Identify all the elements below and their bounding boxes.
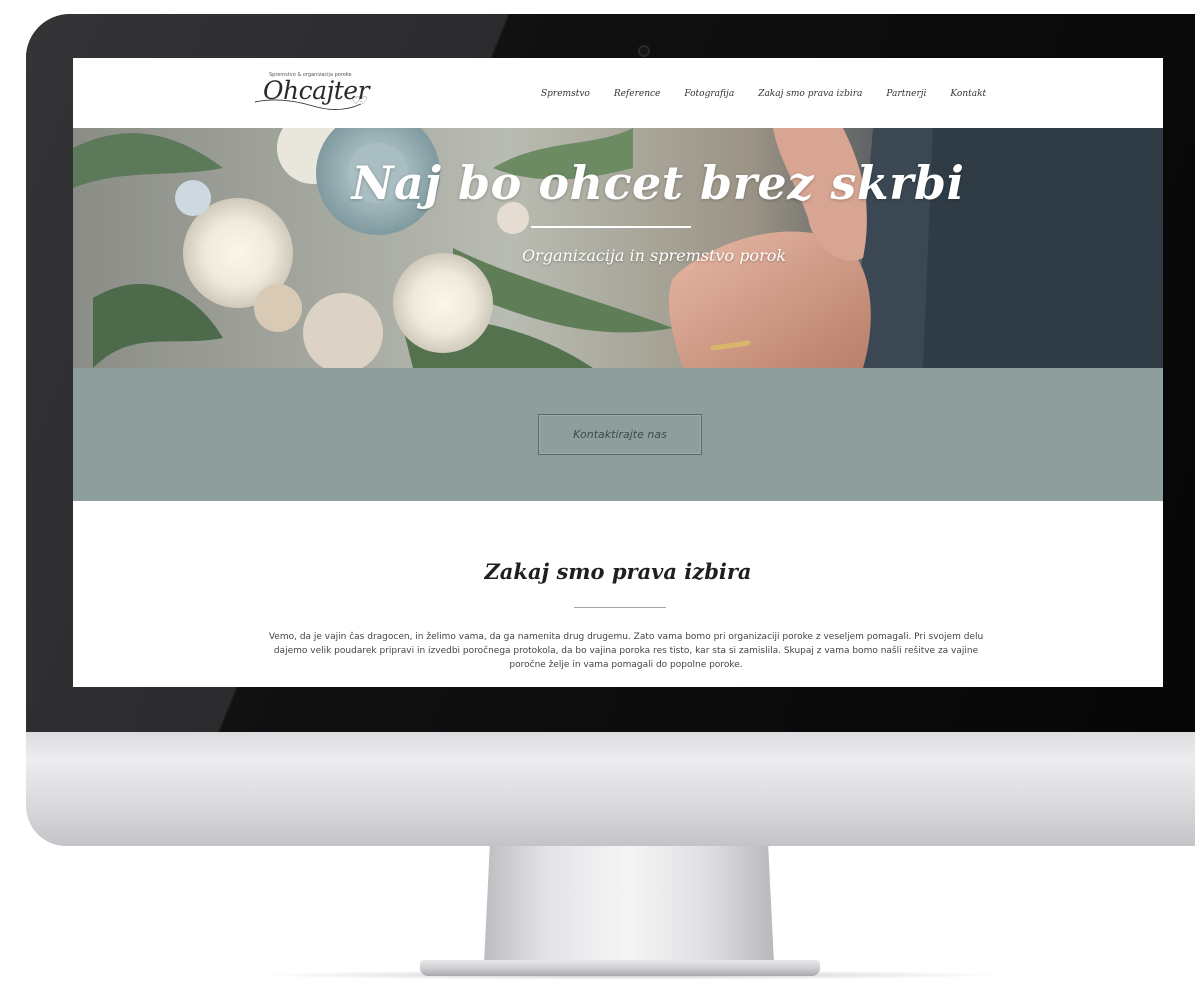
nav-item-spremstvo[interactable]: Spremstvo [541,89,590,99]
site-logo[interactable]: Spremstvo & organizacija poroke Ohcajter… [253,68,383,118]
camera-icon [638,45,650,57]
imac-mockup: Spremstvo & organizacija poroke Ohcajter… [0,0,1195,981]
nav-item-fotografija[interactable]: Fotografija [684,89,734,99]
section-divider [574,607,666,608]
contact-us-button[interactable]: Kontaktirajte nas [538,414,702,455]
monitor-stand-base [420,960,820,976]
section-text: Vemo, da je vajin čas dragocen, in želim… [268,632,984,670]
main-navigation: Spremstvo Reference Fotografija Zakaj sm… [541,89,986,99]
nav-item-zakaj-smo-prava-izbira[interactable]: Zakaj smo prava izbira [758,89,862,99]
section-title: Zakaj smo prava izbira [484,559,752,584]
why-us-section: Zakaj smo prava izbira Vemo, da je vajin… [73,501,1163,687]
monitor-chin [26,732,1195,846]
cta-band: Kontaktirajte nas [73,368,1163,501]
nav-item-reference[interactable]: Reference [614,89,661,99]
hero-title: Naj bo ohcet brez skrbi [351,156,965,210]
hero-banner: Naj bo ohcet brez skrbi Organizacija in … [73,128,1163,368]
nav-item-partnerji[interactable]: Partnerji [886,89,926,99]
hero-divider [531,226,691,228]
logo-swirl-icon [254,99,362,111]
monitor-stand [484,846,774,964]
website-screen: Spremstvo & organizacija poroke Ohcajter… [73,58,1163,687]
hero-subtitle: Organizacija in spremstvo porok [521,246,787,265]
nav-item-kontakt[interactable]: Kontakt [950,89,986,99]
site-header: Spremstvo & organizacija poroke Ohcajter… [73,58,1163,128]
